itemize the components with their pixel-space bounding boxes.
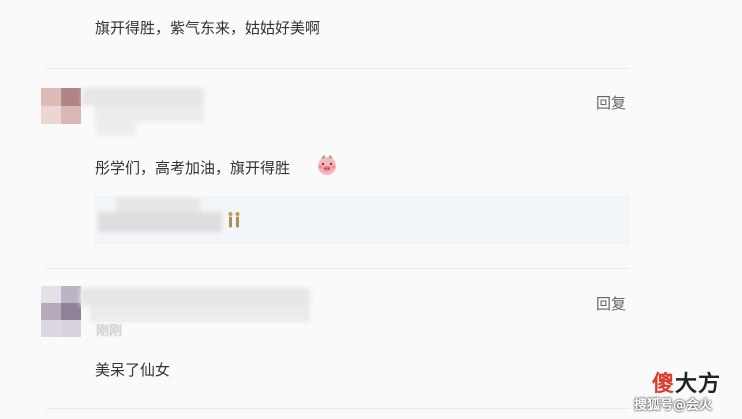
comment-timestamp: 刚刚 [96,324,123,339]
divider [46,68,630,69]
comment-text: 旗开得胜，紫气东来，姑姑好美啊 [95,19,321,37]
avatar[interactable] [41,88,81,124]
divider [46,268,630,269]
comment-text: 彤学们，高考加油，旗开得胜 [95,159,291,177]
source-watermark: 搜狐号@会火 [634,398,713,413]
avatar[interactable] [41,286,81,338]
username[interactable] [80,286,316,326]
comment-text: 美呆了仙女 [95,361,171,379]
reply-button[interactable]: 回复 [596,93,626,113]
reply-button[interactable]: 回复 [596,294,626,314]
pig-face-emoji [318,155,336,175]
quoted-reply-text [98,198,222,238]
divider [46,408,630,409]
two-people-emoji [228,212,240,228]
username[interactable] [82,86,208,140]
